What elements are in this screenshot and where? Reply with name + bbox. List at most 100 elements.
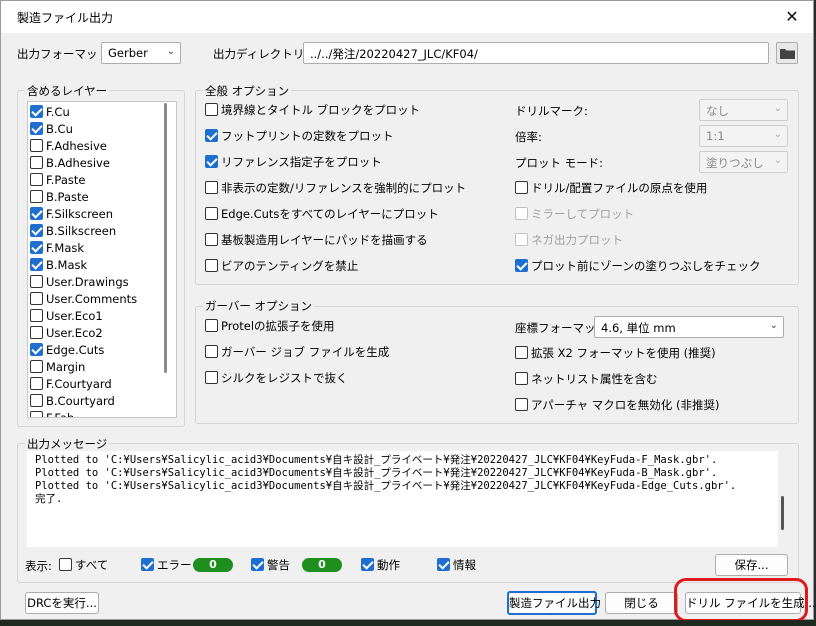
scale-select[interactable]: 1:1 ⌄ <box>699 125 788 147</box>
checkbox-box[interactable] <box>515 181 528 194</box>
checkbox-box[interactable] <box>30 241 43 254</box>
general-option-6[interactable]: ビアのテンティングを禁止 <box>205 259 358 275</box>
close-button[interactable]: 閉じる <box>605 592 678 614</box>
filter-action-checkbox[interactable]: 動作 <box>361 558 400 574</box>
checkbox-box[interactable] <box>515 346 528 359</box>
layer-checkbox-b-silkscreen[interactable]: B.Silkscreen <box>30 224 116 240</box>
layer-checkbox-f-mask[interactable]: F.Mask <box>30 241 84 257</box>
checkbox-box[interactable] <box>515 372 528 385</box>
layer-checkbox-user-comments[interactable]: User.Comments <box>30 292 137 308</box>
filter-info-checkbox[interactable]: 情報 <box>437 558 476 574</box>
checkbox-box[interactable] <box>30 224 43 237</box>
checkbox-box[interactable] <box>30 156 43 169</box>
general-option-2[interactable]: リファレンス指定子をプロット <box>205 155 382 171</box>
layer-checkbox-user-eco2[interactable]: User.Eco2 <box>30 326 103 342</box>
checkbox-box[interactable] <box>30 343 43 356</box>
checkbox-box[interactable] <box>205 259 218 272</box>
output-dir-input[interactable]: ../../発注/20220427_JLC/KF04/ <box>303 42 769 64</box>
layer-checkbox-b-courtyard[interactable]: B.Courtyard <box>30 394 115 410</box>
layer-checkbox-f-fab[interactable]: F.Fab <box>30 411 74 417</box>
format-select[interactable]: Gerber ⌄ <box>101 42 181 64</box>
checkbox-box[interactable] <box>30 190 43 203</box>
checkbox-box[interactable] <box>515 398 528 411</box>
coord-format-select[interactable]: 4.6, 単位 mm ⌄ <box>594 316 784 338</box>
checkbox-box[interactable] <box>361 558 374 571</box>
generate-drill-files-button[interactable]: ドリル ファイルを生成... <box>685 592 816 614</box>
checkbox-box[interactable] <box>30 394 43 407</box>
checkbox-box[interactable] <box>30 207 43 220</box>
gerber-right-option-1[interactable]: ネットリスト属性を含む <box>515 372 658 388</box>
checkbox-box[interactable] <box>59 558 72 571</box>
checkbox-box[interactable] <box>205 233 218 246</box>
checkbox-box[interactable] <box>30 105 43 118</box>
scrollbar-thumb[interactable] <box>164 103 167 373</box>
checkbox-box[interactable] <box>205 103 218 116</box>
general-option-0[interactable]: 境界線とタイトル ブロックをプロット <box>205 103 420 119</box>
layer-checkbox-user-drawings[interactable]: User.Drawings <box>30 275 129 291</box>
checkbox-box[interactable] <box>515 233 528 246</box>
general-option-5[interactable]: 基板製造用レイヤーにパッドを描画する <box>205 233 428 249</box>
gerber-option-0[interactable]: Protelの拡張子を使用 <box>205 319 335 335</box>
plot-button[interactable]: 製造ファイル出力 <box>507 591 601 615</box>
checkbox-box[interactable] <box>515 259 528 272</box>
checkbox-box[interactable] <box>30 411 43 417</box>
checkbox-box[interactable] <box>141 558 154 571</box>
layer-checkbox-b-cu[interactable]: B.Cu <box>30 122 73 138</box>
general-option-4[interactable]: Edge.Cutsをすべてのレイヤーにプロット <box>205 207 439 223</box>
gerber-option-1[interactable]: ガーバー ジョブ ファイルを生成 <box>205 345 389 361</box>
checkbox-box[interactable] <box>30 139 43 152</box>
layer-checkbox-f-paste[interactable]: F.Paste <box>30 173 85 189</box>
checkbox-box[interactable] <box>205 181 218 194</box>
save-log-button[interactable]: 保存... <box>715 554 788 576</box>
checkbox-box[interactable] <box>30 173 43 186</box>
filter-warning-checkbox[interactable]: 警告 <box>251 558 290 574</box>
layer-checkbox-f-adhesive[interactable]: F.Adhesive <box>30 139 107 155</box>
checkbox-box[interactable] <box>30 275 43 288</box>
checkbox-box[interactable] <box>30 122 43 135</box>
layer-checkbox-b-adhesive[interactable]: B.Adhesive <box>30 156 110 172</box>
layer-checkbox-f-cu[interactable]: F.Cu <box>30 105 70 121</box>
checkbox-box[interactable] <box>30 377 43 390</box>
layer-checkbox-b-paste[interactable]: B.Paste <box>30 190 89 206</box>
checkbox-box[interactable] <box>515 207 528 220</box>
general-right-option-2[interactable]: ネガ出力プロット <box>515 233 623 249</box>
filter-error-checkbox[interactable]: エラー <box>141 558 192 574</box>
checkbox-box[interactable] <box>205 345 218 358</box>
checkbox-box[interactable] <box>30 309 43 322</box>
general-option-1[interactable]: フットプリントの定数をプロット <box>205 129 394 145</box>
gerber-option-2[interactable]: シルクをレジストで抜く <box>205 371 348 387</box>
filter-all-checkbox[interactable]: すべて <box>59 558 108 574</box>
message-log-scrollbar[interactable] <box>781 496 784 530</box>
checkbox-box[interactable] <box>251 558 264 571</box>
checkbox-box[interactable] <box>437 558 450 571</box>
checkbox-box[interactable] <box>205 371 218 384</box>
message-log[interactable]: Plotted to 'C:¥Users¥Salicylic_acid3¥Doc… <box>27 451 778 547</box>
layer-checkbox-f-silkscreen[interactable]: F.Silkscreen <box>30 207 113 223</box>
drill-mark-select[interactable]: なし ⌄ <box>699 99 788 121</box>
layer-checkbox-b-mask[interactable]: B.Mask <box>30 258 87 274</box>
run-drc-button[interactable]: DRCを実行... <box>25 592 99 614</box>
layer-checkbox-f-courtyard[interactable]: F.Courtyard <box>30 377 112 393</box>
close-icon[interactable]: ✕ <box>779 5 805 29</box>
general-right-option-3[interactable]: プロット前にゾーンの塗りつぶしをチェック <box>515 259 761 275</box>
plot-mode-select[interactable]: 塗りつぶし ⌄ <box>699 151 788 173</box>
general-right-option-1[interactable]: ミラーしてプロット <box>515 207 634 223</box>
checkbox-box[interactable] <box>205 129 218 142</box>
general-right-option-0[interactable]: ドリル/配置ファイルの原点を使用 <box>515 181 707 197</box>
checkbox-box[interactable] <box>30 360 43 373</box>
checkbox-box[interactable] <box>205 319 218 332</box>
layer-checkbox-user-eco1[interactable]: User.Eco1 <box>30 309 103 325</box>
checkbox-box[interactable] <box>205 155 218 168</box>
browse-folder-button[interactable] <box>776 42 798 64</box>
checkbox-box[interactable] <box>205 207 218 220</box>
checkbox-box[interactable] <box>30 258 43 271</box>
layer-checkbox-edge-cuts[interactable]: Edge.Cuts <box>30 343 104 359</box>
gerber-right-option-0[interactable]: 拡張 X2 フォーマットを使用 (推奨) <box>515 346 716 362</box>
layer-list-scrollbar[interactable] <box>163 103 169 416</box>
checkbox-box[interactable] <box>30 326 43 339</box>
checkbox-box[interactable] <box>30 292 43 305</box>
layer-checkbox-margin[interactable]: Margin <box>30 360 85 376</box>
layer-list[interactable]: F.Cu B.Cu F.Adhesive B.Adhesive F.Paste B.Pas… <box>27 101 177 418</box>
gerber-right-option-2[interactable]: アパーチャ マクロを無効化 (非推奨) <box>515 398 719 414</box>
general-option-3[interactable]: 非表示の定数/リファレンスを強制的にプロット <box>205 181 466 197</box>
